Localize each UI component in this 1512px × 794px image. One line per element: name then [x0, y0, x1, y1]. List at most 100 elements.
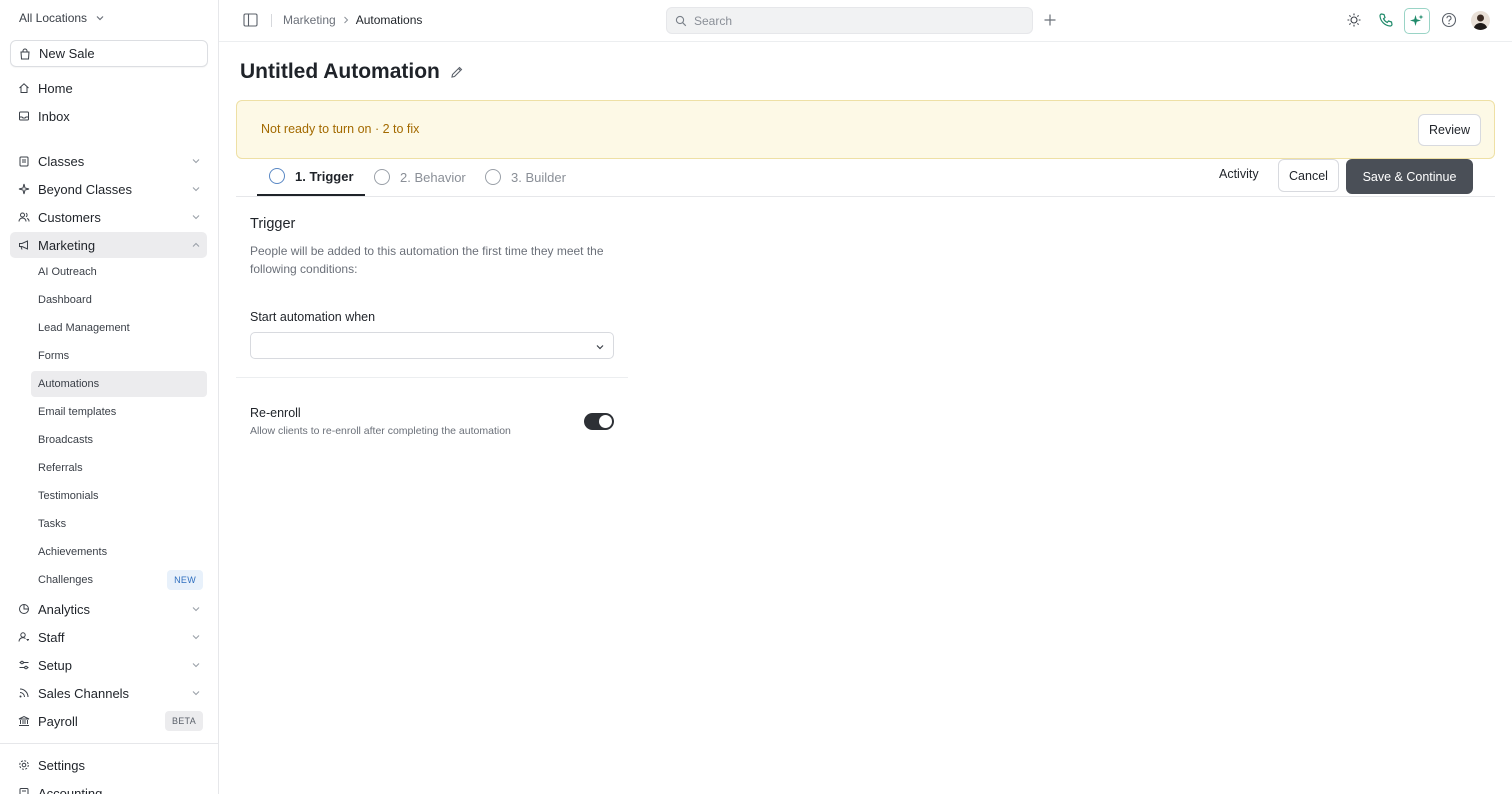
step-circle-icon	[374, 169, 390, 185]
tab-label: 1. Trigger	[295, 168, 354, 184]
sidebar-subitem-challenges[interactable]: Challenges NEW	[31, 567, 207, 593]
toggle-knob	[599, 415, 612, 428]
sidebar-item-marketing[interactable]: Marketing	[10, 232, 207, 258]
new-sale-button[interactable]: New Sale	[10, 40, 208, 67]
sidebar-item-label: Inbox	[38, 108, 70, 124]
page-title: Untitled Automation	[240, 60, 464, 84]
sidebar-subitem-achievements[interactable]: Achievements	[31, 539, 207, 565]
sliders-icon	[19, 660, 29, 670]
bank-icon	[18, 715, 30, 726]
sidebar-item-label: Sales Channels	[38, 685, 130, 701]
sidebar-subitem-label: Achievements	[38, 546, 108, 558]
sidebar-subitem-label: Forms	[38, 350, 70, 362]
search-icon	[675, 15, 687, 27]
breadcrumb: Marketing Automations	[283, 13, 422, 27]
avatar[interactable]	[1471, 11, 1490, 30]
sidebar-subitem-label: Challenges	[38, 574, 94, 586]
tab-builder[interactable]: 3. Builder	[485, 158, 566, 196]
chevron-down-icon	[192, 187, 200, 192]
sidebar-subitem-label: Testimonials	[38, 490, 99, 502]
sun-icon[interactable]	[1346, 12, 1362, 28]
start-automation-label: Start automation when	[250, 310, 376, 324]
step-tabs: 1. Trigger 2. Behavior 3. Builder Activi…	[236, 158, 1495, 197]
calculator-icon	[19, 788, 29, 794]
sidebar-subitem-forms[interactable]: Forms	[31, 343, 207, 369]
sidebar-subitem-testimonials[interactable]: Testimonials	[31, 483, 207, 509]
chevron-down-icon	[192, 215, 200, 220]
sidebar-item-label: Setup	[38, 657, 72, 673]
step-circle-icon	[485, 169, 501, 185]
shopping-bag-icon	[20, 48, 30, 59]
sidebar-item-accounting[interactable]: Accounting	[10, 780, 207, 794]
sidebar-item-label: Home	[38, 80, 73, 96]
gear-icon	[19, 760, 29, 770]
beta-badge: BETA	[164, 711, 203, 731]
start-automation-select[interactable]	[250, 332, 614, 359]
top-bar: Marketing Automations	[219, 0, 1512, 42]
sidebar-item-staff[interactable]: Staff	[10, 624, 207, 650]
search-input[interactable]	[694, 12, 1024, 30]
sidebar-item-customers[interactable]: Customers	[10, 204, 207, 230]
sidebar-item-sales-channels[interactable]: Sales Channels	[10, 680, 207, 706]
review-button[interactable]: Review	[1418, 114, 1481, 146]
sidebar-item-label: Settings	[38, 757, 85, 773]
divider	[271, 14, 272, 27]
breadcrumb-current: Automations	[355, 13, 423, 27]
phone-icon[interactable]	[1378, 12, 1394, 28]
user-avatar-icon	[1473, 14, 1488, 30]
tab-label: 3. Builder	[511, 169, 566, 185]
sidebar-item-home[interactable]: Home	[10, 75, 207, 101]
new-sale-label: New Sale	[39, 46, 95, 61]
pencil-icon[interactable]	[450, 65, 464, 79]
ai-assistant-button[interactable]	[1404, 8, 1430, 34]
sidebar-item-label: Accounting	[38, 785, 103, 794]
tab-trigger[interactable]: 1. Trigger	[257, 158, 365, 196]
search-bar[interactable]	[666, 7, 1033, 34]
user-key-icon	[18, 632, 29, 642]
section-description: People will be added to this automation …	[250, 244, 604, 276]
sidebar-toggle-icon[interactable]	[243, 13, 258, 27]
chevron-down-icon	[192, 663, 200, 668]
sidebar-subitem-lead-management[interactable]: Lead Management	[31, 315, 207, 341]
sidebar-subitem-referrals[interactable]: Referrals	[31, 455, 207, 481]
chevron-right-icon	[343, 16, 348, 24]
breadcrumb-marketing[interactable]: Marketing	[283, 13, 336, 27]
sidebar-subitem-automations[interactable]: Automations	[31, 371, 207, 397]
home-icon	[19, 83, 29, 93]
sidebar-item-analytics[interactable]: Analytics	[10, 596, 207, 622]
sidebar-item-label: Beyond Classes	[38, 181, 132, 197]
sidebar-item-inbox[interactable]: Inbox	[10, 103, 207, 129]
sidebar-item-label: Classes	[38, 153, 85, 169]
sidebar-subitem-tasks[interactable]: Tasks	[31, 511, 207, 537]
warning-text: Not ready to turn on · 2 to fix	[261, 122, 420, 136]
ai-sparkle-icon	[1410, 14, 1424, 26]
sidebar-item-payroll[interactable]: Payroll BETA	[10, 708, 207, 734]
sidebar-subitem-label: Referrals	[38, 462, 83, 474]
sidebar-subitem-label: Tasks	[38, 518, 67, 530]
sidebar-subitem-label: Dashboard	[38, 294, 92, 306]
sidebar-subitem-broadcasts[interactable]: Broadcasts	[31, 427, 207, 453]
save-continue-button[interactable]: Save & Continue	[1346, 159, 1473, 194]
chevron-down-icon	[192, 159, 200, 164]
sidebar-item-beyond-classes[interactable]: Beyond Classes	[10, 176, 207, 202]
tab-behavior[interactable]: 2. Behavior	[374, 158, 466, 196]
location-label: All Locations	[19, 11, 88, 25]
section-title: Trigger	[250, 216, 296, 232]
sidebar-item-classes[interactable]: Classes	[10, 148, 207, 174]
sidebar-subitem-email-templates[interactable]: Email templates	[31, 399, 207, 425]
divider	[236, 377, 628, 378]
warning-banner: Not ready to turn on · 2 to fix Review	[236, 100, 1495, 159]
plus-icon[interactable]	[1043, 13, 1057, 27]
reenroll-toggle[interactable]	[584, 413, 614, 430]
sidebar-item-settings[interactable]: Settings	[10, 752, 207, 778]
activity-button[interactable]: Activity	[1219, 167, 1259, 181]
location-selector[interactable]: All Locations	[19, 11, 105, 25]
help-icon[interactable]	[1441, 12, 1457, 28]
step-circle-icon	[269, 168, 285, 184]
sidebar-subitem-dashboard[interactable]: Dashboard	[31, 287, 207, 313]
sidebar-subitem-ai-outreach[interactable]: AI Outreach	[31, 259, 207, 285]
sidebar-item-setup[interactable]: Setup	[10, 652, 207, 678]
users-icon	[18, 212, 30, 222]
cancel-button[interactable]: Cancel	[1278, 159, 1339, 192]
sidebar: All Locations New Sale Home Inbox Classe…	[0, 0, 219, 794]
